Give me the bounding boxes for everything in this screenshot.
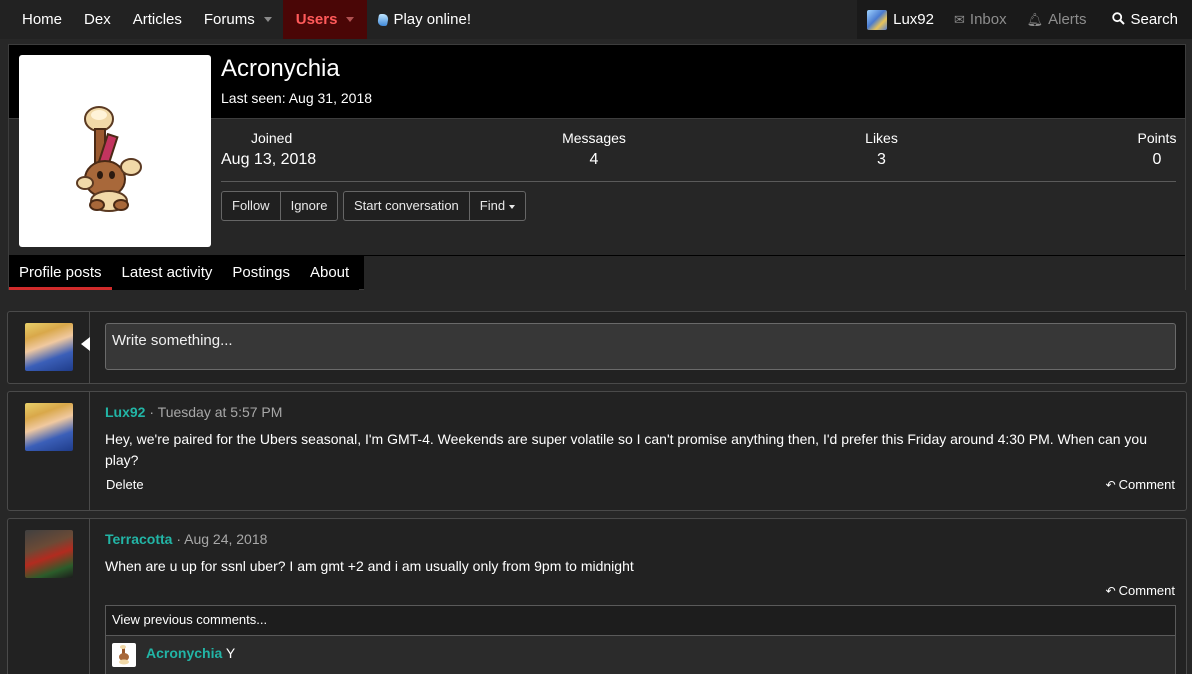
- view-previous-comments-link[interactable]: View previous comments...: [106, 606, 1175, 636]
- nav-articles[interactable]: Articles: [122, 0, 193, 39]
- search-icon: [1112, 11, 1126, 28]
- profile-avatar[interactable]: [19, 55, 211, 247]
- delete-link[interactable]: Delete: [106, 477, 144, 492]
- tab-latest-activity[interactable]: Latest activity: [111, 256, 223, 290]
- avatar[interactable]: [25, 403, 73, 451]
- stat-likes: Likes 3: [854, 130, 909, 169]
- nav-inbox[interactable]: ✉ Inbox: [944, 0, 1017, 39]
- comment-username[interactable]: Acronychia: [146, 645, 222, 661]
- post-body: Hey, we're paired for the Ubers seasonal…: [105, 431, 1148, 468]
- post-username[interactable]: Terracotta: [105, 531, 172, 547]
- reply-icon: ↶: [1105, 584, 1116, 598]
- nav-forums-label: Forums: [203, 11, 255, 28]
- stat-points: Points 0: [1131, 130, 1183, 169]
- tab-postings[interactable]: Postings: [222, 256, 300, 290]
- post-timestamp[interactable]: · Tuesday at 5:57 PM: [145, 404, 282, 420]
- nav-play-online-label: Play online!: [393, 11, 471, 28]
- nav-home-label: Home: [22, 11, 63, 28]
- nav-alerts-label: Alerts: [1048, 11, 1087, 28]
- stat-likes-value: 3: [877, 151, 886, 168]
- comment-text: Acronychia Y: [146, 645, 235, 661]
- find-button[interactable]: Find: [470, 192, 525, 220]
- nav-alerts[interactable]: 🔔︎ Alerts: [1017, 0, 1097, 39]
- stat-points-label: Points: [1137, 130, 1177, 146]
- post-header: Lux92 · Tuesday at 5:57 PM: [105, 404, 282, 420]
- stat-joined-label: Joined: [251, 130, 293, 146]
- nav-account-area: Lux92 ✉ Inbox 🔔︎ Alerts Search: [857, 0, 1192, 39]
- speech-pointer-icon: [81, 337, 90, 351]
- profile-post: Terracotta · Aug 24, 2018 When are u up …: [7, 518, 1187, 674]
- buneary-sprite-icon: [76, 106, 142, 212]
- avatar[interactable]: [112, 643, 136, 667]
- nav-account-label: Lux92: [893, 11, 934, 28]
- avatar: [867, 9, 888, 30]
- nav-forums[interactable]: Forums: [193, 0, 283, 39]
- comment-body: Y: [222, 645, 236, 661]
- comment-link[interactable]: ↶ Comment: [1106, 477, 1175, 492]
- post-timestamp[interactable]: · Aug 24, 2018: [172, 531, 267, 547]
- play-online-icon: [377, 13, 390, 26]
- comment-link[interactable]: ↶ Comment: [1106, 583, 1175, 598]
- profile-post: Lux92 · Tuesday at 5:57 PM Hey, we're pa…: [7, 391, 1187, 511]
- tab-profile-posts[interactable]: Profile posts: [9, 256, 112, 290]
- nav-search-label: Search: [1130, 11, 1178, 28]
- stat-joined-value: Aug 13, 2018: [221, 151, 317, 168]
- tab-about[interactable]: About: [299, 256, 360, 290]
- profile-post-composer: Write something...: [7, 311, 1187, 384]
- nav-inbox-label: Inbox: [969, 11, 1007, 28]
- comment-link-label: Comment: [1118, 583, 1175, 598]
- ignore-button[interactable]: Ignore: [281, 192, 338, 220]
- bell-icon: 🔔︎: [1026, 11, 1044, 27]
- nav-dex[interactable]: Dex: [73, 0, 122, 39]
- nav-home[interactable]: Home: [0, 0, 73, 39]
- avatar[interactable]: [25, 323, 73, 371]
- stat-joined: Joined Aug 13, 2018: [221, 130, 316, 169]
- last-seen-text: Last seen: Aug 31, 2018: [221, 90, 373, 106]
- write-something-input[interactable]: Write something...: [105, 323, 1176, 370]
- nav-play-online[interactable]: Play online!: [367, 0, 482, 39]
- envelope-icon: ✉: [954, 11, 965, 27]
- stat-likes-label: Likes: [865, 130, 898, 146]
- find-button-label: Find: [479, 198, 506, 213]
- chevron-down-icon[interactable]: [346, 17, 355, 22]
- start-conversation-button[interactable]: Start conversation: [344, 192, 470, 220]
- stat-messages-value[interactable]: 4: [559, 151, 629, 169]
- follow-ignore-group: Follow Ignore: [221, 191, 339, 221]
- conversation-find-group: Start conversation Find: [343, 191, 527, 221]
- nav-users[interactable]: Users: [282, 0, 368, 39]
- profile-name: Acronychia: [221, 55, 340, 82]
- tabs-filler: [364, 256, 1185, 290]
- chevron-down-icon: [509, 204, 516, 209]
- avatar[interactable]: [25, 530, 73, 578]
- nav-search[interactable]: Search: [1096, 0, 1192, 39]
- post-body: When are u up for ssnl uber? I am gmt +2…: [105, 558, 634, 574]
- follow-button[interactable]: Follow: [222, 192, 281, 220]
- nav-users-label: Users: [295, 11, 338, 28]
- top-navbar: Home Dex Articles Forums Users Play onli…: [0, 0, 1192, 39]
- comment-link-label: Comment: [1118, 477, 1175, 492]
- post-header: Terracotta · Aug 24, 2018: [105, 531, 267, 547]
- stat-messages-label: Messages: [562, 130, 626, 146]
- comment-list: View previous comments... Acronychia Y: [105, 605, 1176, 674]
- profile-header: Acronychia Last seen: Aug 31, 2018 Joine…: [8, 44, 1186, 290]
- stat-messages: Messages 4: [559, 130, 629, 169]
- nav-dex-label: Dex: [84, 11, 111, 28]
- stat-points-value[interactable]: 0: [1131, 151, 1183, 169]
- profile-tabs: Profile posts Latest activity Postings A…: [9, 256, 360, 290]
- chevron-down-icon[interactable]: [263, 17, 272, 22]
- comment-item: Acronychia Y: [106, 636, 1175, 674]
- reply-icon: ↶: [1105, 478, 1116, 492]
- buneary-sprite-icon: [119, 645, 129, 665]
- nav-articles-label: Articles: [132, 11, 182, 28]
- divider: [221, 181, 1176, 182]
- post-username[interactable]: Lux92: [105, 404, 145, 420]
- nav-account[interactable]: Lux92: [857, 0, 944, 39]
